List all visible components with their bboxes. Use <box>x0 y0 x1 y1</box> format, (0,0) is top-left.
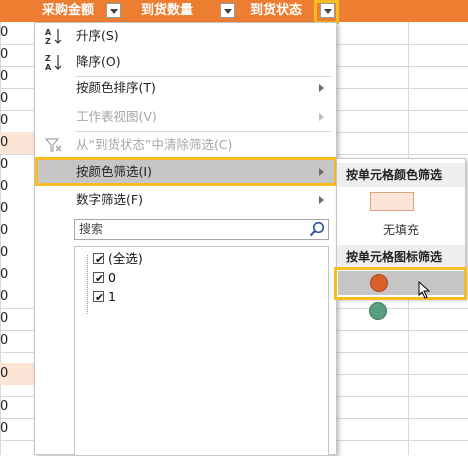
cell-value: 0 <box>0 201 9 216</box>
list-item-0[interactable]: ✔ 0 <box>93 270 213 286</box>
menu-item-number-filter[interactable]: 数字筛选(F) <box>35 187 336 213</box>
cell-value: 0 <box>0 113 9 128</box>
cell-value: 0 <box>0 47 9 62</box>
cell-color-heading: 按单元格颜色筛选 <box>337 163 465 187</box>
list-item-1[interactable]: ✔ 1 <box>93 289 213 305</box>
filter-button-purchase-amount[interactable] <box>106 3 121 18</box>
checkbox-0[interactable]: ✔ <box>93 272 105 285</box>
icon-option-green[interactable] <box>338 299 464 323</box>
sort-ascending-icon: AZ <box>45 27 65 46</box>
checkmark-icon: ✔ <box>95 253 105 266</box>
sort-by-color-label: 按颜色排序(T) <box>76 80 156 95</box>
checkbox-select-all[interactable]: ✔ <box>93 253 105 266</box>
no-fill-option[interactable]: 无填充 <box>337 221 465 238</box>
highlight-filter-button <box>314 0 339 24</box>
cell-value: 0 <box>0 311 9 326</box>
cell-value: 0 <box>0 25 9 40</box>
cell-value: 0 <box>0 91 9 106</box>
svg-text:Z: Z <box>45 37 51 45</box>
sort-descending-icon: ZA <box>45 53 65 72</box>
clear-filter-label: 从“到货状态”中清除筛选(C) <box>76 137 233 152</box>
checkbox-1[interactable]: ✔ <box>93 291 105 304</box>
cell-value: 0 <box>0 366 9 381</box>
highlight-orange-icon-option <box>334 267 467 300</box>
submenu-arrow-icon <box>319 113 324 121</box>
value-list-box: ✔ (全选) ✔ 0 ✔ 1 <box>74 246 329 456</box>
sheet-view-label: 工作表视图(V) <box>76 109 157 124</box>
cell-value: 0 <box>0 267 9 282</box>
header-delivery-status: 到货状态 <box>250 3 303 18</box>
cell-value: 0 <box>0 157 9 172</box>
sort-ascending-label: 升序(S) <box>76 28 119 43</box>
search-box[interactable]: 搜索 <box>74 219 329 240</box>
cell-value: 0 <box>0 421 9 436</box>
tree-line <box>87 255 88 315</box>
sort-descending-label: 降序(O) <box>76 54 121 69</box>
number-filter-label: 数字筛选(F) <box>76 192 143 207</box>
svg-text:A: A <box>45 28 52 37</box>
cell-value: 0 <box>0 245 9 260</box>
svg-text:Z: Z <box>45 54 51 63</box>
clear-filter-icon <box>44 136 65 154</box>
search-input[interactable]: 搜索 <box>79 220 103 239</box>
filter-button-received-qty[interactable] <box>220 3 235 18</box>
list-item-label: (全选) <box>108 251 143 266</box>
header-received-qty: 到货数量 <box>141 3 194 18</box>
svg-text:A: A <box>45 63 52 71</box>
submenu-arrow-icon <box>319 196 324 204</box>
cell-color-swatch[interactable] <box>370 192 414 211</box>
cell-value: 0 <box>0 135 9 150</box>
highlight-filter-by-color <box>35 157 337 186</box>
filter-dropdown-menu: AZ 升序(S) ZA 降序(O) 按颜色排序(T) 工作表视图(V) 从“到货… <box>34 22 337 456</box>
list-item-label: 1 <box>108 289 116 304</box>
cell-value: 0 <box>0 223 9 238</box>
menu-item-sort-ascending[interactable]: AZ 升序(S) <box>35 23 336 49</box>
menu-item-clear-filter: 从“到货状态”中清除筛选(C) <box>35 132 336 158</box>
checkmark-icon: ✔ <box>95 272 105 285</box>
cell-value: 0 <box>0 399 9 414</box>
menu-item-sort-by-color[interactable]: 按颜色排序(T) <box>35 75 336 101</box>
menu-item-sheet-view: 工作表视图(V) <box>35 104 336 130</box>
search-icon[interactable] <box>309 221 325 237</box>
cell-value: 0 <box>0 179 9 194</box>
submenu-arrow-icon <box>319 84 324 92</box>
cell-icon-heading: 按单元格图标筛选 <box>337 245 465 269</box>
list-item-select-all[interactable]: ✔ (全选) <box>93 251 213 267</box>
list-item-label: 0 <box>108 270 116 285</box>
cell-value: 0 <box>0 333 9 348</box>
cell-value: 0 <box>0 289 9 304</box>
green-circle-icon <box>369 302 387 320</box>
checkmark-icon: ✔ <box>95 291 105 304</box>
mouse-cursor-icon <box>418 280 432 299</box>
cell-value: 0 <box>0 69 9 84</box>
header-purchase-amount: 采购金额 <box>42 3 95 18</box>
menu-item-sort-descending[interactable]: ZA 降序(O) <box>35 49 336 75</box>
